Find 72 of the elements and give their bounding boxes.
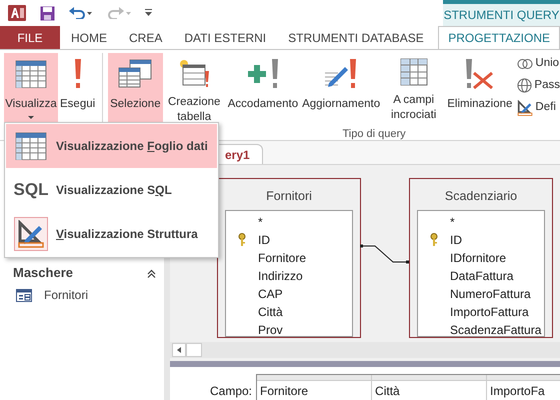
pencil-exclamation-icon <box>324 59 358 89</box>
menu-item[interactable]: SQL Visualizzazione SQL <box>6 168 217 212</box>
left-arrow-icon <box>177 347 181 353</box>
field-name[interactable]: ID <box>258 230 270 249</box>
nav-section-title: Maschere <box>13 264 73 282</box>
menu-item[interactable]: Visualizzazione Struttura <box>6 212 217 256</box>
undo-icon[interactable] <box>69 7 93 19</box>
relationship-line <box>360 244 410 264</box>
ribbon-small-button[interactable]: Defi <box>517 98 560 117</box>
field-name[interactable]: * <box>450 212 455 231</box>
contextual-group-label: STRUMENTI QUERY <box>443 0 560 26</box>
plus-exclamation-icon <box>246 59 280 89</box>
table-window[interactable]: Fornitori * ID Fornitore Indirizzo CAP Città Prov <box>217 178 361 338</box>
field-name[interactable]: NumeroFattura <box>450 284 531 303</box>
group-label: Tipo di query <box>341 127 406 142</box>
tables-icon <box>118 59 152 89</box>
ribbon-button[interactable]: Selezione <box>108 53 163 123</box>
field-name[interactable]: Città <box>258 302 283 321</box>
ribbon-tab[interactable]: DATI ESTERNI <box>173 26 278 49</box>
field-name[interactable]: Fornitore <box>258 248 306 267</box>
key-icon <box>238 233 246 246</box>
collapse-icon[interactable] <box>147 268 156 278</box>
ribbon-button[interactable]: Visualizza <box>4 53 58 123</box>
datasheet-icon <box>15 132 47 160</box>
field-name[interactable]: ScadenzaFattura <box>450 320 542 336</box>
field-name[interactable]: * <box>258 212 263 231</box>
key-icon <box>430 233 438 246</box>
customize-icon[interactable] <box>145 9 152 17</box>
table-title: Fornitori <box>265 188 313 205</box>
ribbon-button[interactable]: Aggiornamento <box>300 53 382 123</box>
field-name[interactable]: Prov <box>258 320 283 336</box>
sql-icon: SQL <box>14 177 48 203</box>
app-logo-icon <box>8 5 26 21</box>
grid-row-label: Campo: <box>210 383 254 400</box>
field-name[interactable]: IDfornitore <box>450 248 506 267</box>
ribbon-button[interactable]: Creazione tabella <box>162 53 226 123</box>
table-title: Scadenziario <box>444 188 518 205</box>
grid-cell[interactable]: Città <box>372 381 486 400</box>
table-window[interactable]: Scadenziario * ID IDfornitore DataFattura NumeroFattura ImportoFattura ScadenzaFattura <box>409 178 553 338</box>
save-icon[interactable] <box>40 6 55 20</box>
field-name[interactable]: ImportoFattura <box>450 302 529 321</box>
ribbon-button[interactable]: Esegui <box>58 53 98 123</box>
new-table-icon <box>177 57 212 89</box>
field-name[interactable]: ID <box>450 230 462 249</box>
ribbon-tab[interactable]: PROGETTAZIONE <box>438 26 560 49</box>
form-icon <box>16 288 32 302</box>
ribbon-small-button[interactable]: Unio <box>517 54 560 73</box>
ribbon-small-button[interactable]: Pass <box>517 76 560 95</box>
rings-icon <box>517 58 534 70</box>
ribbon-tab[interactable]: FILE <box>0 26 60 49</box>
ribbon-tab[interactable]: STRUMENTI DATABASE <box>277 26 435 49</box>
field-name[interactable]: CAP <box>258 284 283 303</box>
ribbon-tab[interactable]: CREA <box>118 26 174 49</box>
delete-icon <box>464 59 496 89</box>
scroll-left-button[interactable] <box>172 343 186 357</box>
menu-item[interactable]: Visualizzazione Foglio dati <box>6 124 217 168</box>
ribbon-tab[interactable]: HOME <box>60 26 118 49</box>
globe-icon <box>517 78 532 93</box>
field-name[interactable]: Indirizzo <box>258 266 303 285</box>
triangle-pencil-icon <box>17 220 45 248</box>
exclamation-icon <box>74 59 82 89</box>
scroll-thumb[interactable] <box>186 343 202 357</box>
grid-icon <box>400 58 428 86</box>
grid-cell[interactable]: ImportoFa <box>487 381 560 400</box>
datasheet-icon <box>15 60 47 88</box>
ribbon-button[interactable]: Accodamento <box>226 53 300 123</box>
grid-cell[interactable]: Fornitore <box>257 381 372 400</box>
nav-item[interactable]: Fornitori <box>13 284 156 306</box>
field-name[interactable]: DataFattura <box>450 266 514 285</box>
ribbon-button[interactable]: Eliminazione <box>445 53 514 123</box>
triangle-pencil-icon <box>517 100 534 116</box>
ribbon-button[interactable]: A campi incrociati <box>382 53 446 123</box>
